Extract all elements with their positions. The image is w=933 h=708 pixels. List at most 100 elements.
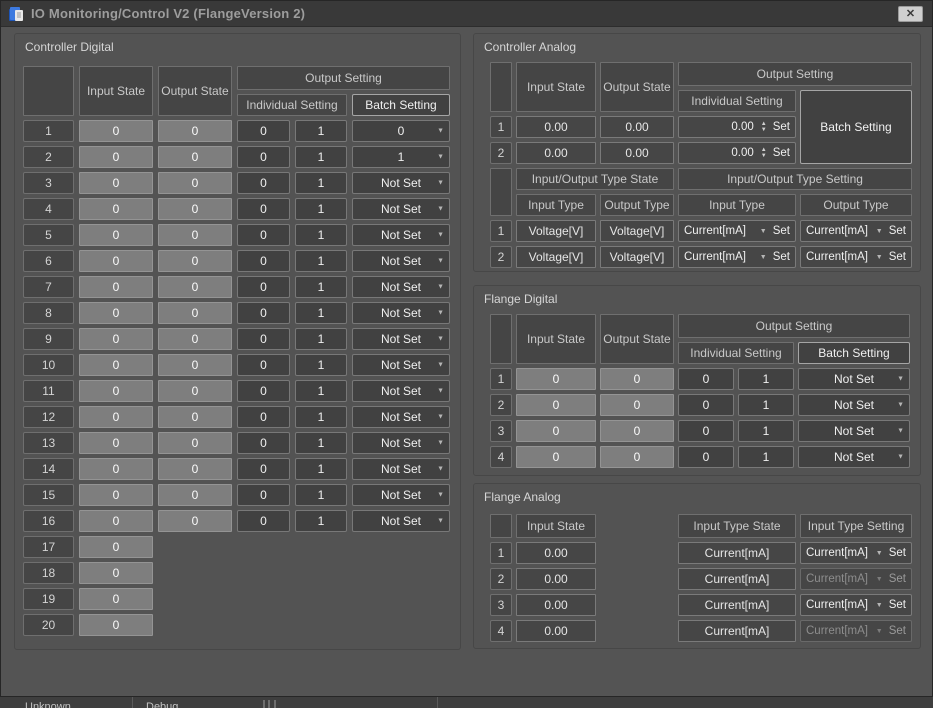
panel-title-flange-analog: Flange Analog [484,490,561,504]
output-high-button[interactable]: 1 [738,446,794,468]
output-low-button[interactable]: 0 [237,302,290,324]
batch-setting-dropdown[interactable]: Not Set▼ [352,328,450,350]
spin-down-button[interactable]: ▼ [761,154,767,159]
output-low-button[interactable]: 0 [237,224,290,246]
batch-setting-dropdown[interactable]: Not Set▼ [352,224,450,246]
output-low-button[interactable]: 0 [237,484,290,506]
output-low-button[interactable]: 0 [678,394,734,416]
output-high-button[interactable]: 1 [295,302,347,324]
output-high-button[interactable]: 1 [295,354,347,376]
output-high-button[interactable]: 1 [295,146,347,168]
flange-analog-grid: Input State Input Type State Input Type … [490,514,912,642]
output-high-button[interactable]: 1 [295,250,347,272]
output-low-button[interactable]: 0 [678,446,734,468]
batch-setting-dropdown[interactable]: Not Set▼ [352,484,450,506]
dropdown-value: Current[mA] [684,225,755,237]
output-high-button[interactable]: 1 [295,276,347,298]
chevron-down-icon: ▼ [760,228,767,235]
input-type-setting-dropdown[interactable]: Current[mA] ▼ Set [678,220,796,242]
output-high-button[interactable]: 1 [295,432,347,454]
output-state-value: 0 [158,172,232,194]
output-low-button[interactable]: 0 [237,328,290,350]
set-button[interactable]: Set [772,147,790,159]
batch-setting-dropdown[interactable]: Not Set▼ [352,250,450,272]
spin-up-button[interactable]: ▲ [761,122,767,127]
batch-setting-dropdown[interactable]: Not Set▼ [798,446,910,468]
input-type-setting-dropdown[interactable]: Current[mA]▼Set [800,594,912,616]
output-low-button[interactable]: 0 [237,510,290,532]
batch-setting-dropdown[interactable]: Not Set▼ [352,380,450,402]
output-high-button[interactable]: 1 [295,328,347,350]
output-low-button[interactable]: 0 [678,420,734,442]
output-high-button[interactable]: 1 [295,120,347,142]
batch-setting-button[interactable]: Batch Setting [352,94,450,116]
batch-setting-dropdown[interactable]: Not Set▼ [798,368,910,390]
input-type-setting-dropdown[interactable]: Current[mA]▼Set [800,542,912,564]
batch-setting-dropdown[interactable]: Not Set▼ [352,458,450,480]
output-high-button[interactable]: 1 [295,224,347,246]
output-high-button[interactable]: 1 [295,458,347,480]
set-button: Set [888,625,906,637]
spin-up-button[interactable]: ▲ [761,148,767,153]
batch-setting-dropdown[interactable]: Not Set▼ [798,394,910,416]
batch-setting-dropdown[interactable]: Not Set▼ [352,406,450,428]
output-high-button[interactable]: 1 [738,420,794,442]
input-type-setting-dropdown[interactable]: Current[mA]▼Set [678,246,796,268]
output-high-button[interactable]: 1 [295,510,347,532]
output-setting-header: Output Setting [237,66,450,90]
row-number: 18 [23,562,74,584]
output-high-button[interactable]: 1 [738,368,794,390]
batch-setting-dropdown[interactable]: 1▼ [352,146,450,168]
output-low-button[interactable]: 0 [237,458,290,480]
output-high-button[interactable]: 1 [738,394,794,416]
batch-setting-dropdown[interactable]: Not Set▼ [352,354,450,376]
batch-setting-dropdown[interactable]: Not Set▼ [798,420,910,442]
output-high-button[interactable]: 1 [295,406,347,428]
output-low-button[interactable]: 0 [678,368,734,390]
output-low-button[interactable]: 0 [237,172,290,194]
output-low-button[interactable]: 0 [237,120,290,142]
output-low-button[interactable]: 0 [237,354,290,376]
close-button[interactable]: ✕ [898,6,923,22]
output-low-button[interactable]: 0 [237,276,290,298]
titlebar[interactable]: IO Monitoring/Control V2 (FlangeVersion … [1,1,932,27]
output-low-button[interactable]: 0 [237,146,290,168]
input-state-value: 0 [516,394,596,416]
output-value-input[interactable]: 0.00 [684,147,756,159]
output-high-button[interactable]: 1 [295,172,347,194]
set-button[interactable]: Set [888,251,906,263]
set-button[interactable]: Set [888,225,906,237]
batch-setting-dropdown[interactable]: Not Set▼ [352,172,450,194]
batch-setting-dropdown[interactable]: Not Set▼ [352,198,450,220]
batch-setting-dropdown[interactable]: Not Set▼ [352,510,450,532]
spin-down-button[interactable]: ▼ [761,128,767,133]
output-high-button[interactable]: 1 [295,198,347,220]
output-low-button[interactable]: 0 [237,380,290,402]
set-button[interactable]: Set [888,547,906,559]
dropdown-value: Current[mA] [806,573,871,585]
output-low-button[interactable]: 0 [237,406,290,428]
dropdown-value: Not Set [834,450,874,464]
batch-setting-dropdown[interactable]: 0▼ [352,120,450,142]
batch-setting-dropdown[interactable]: Not Set▼ [352,276,450,298]
input-state-value: 0 [79,614,153,636]
output-type-setting-dropdown[interactable]: Current[mA]▼Set [800,246,912,268]
batch-setting-dropdown[interactable]: Not Set▼ [352,302,450,324]
chevron-down-icon: ▼ [876,228,883,235]
output-low-button[interactable]: 0 [237,432,290,454]
set-button[interactable]: Set [888,599,906,611]
output-type-setting-dropdown[interactable]: Current[mA]▼Set [800,220,912,242]
batch-setting-button[interactable]: Batch Setting [798,342,910,364]
output-low-button[interactable]: 0 [237,198,290,220]
batch-setting-dropdown[interactable]: Not Set▼ [352,432,450,454]
batch-setting-button[interactable]: Batch Setting [800,90,912,164]
row-number: 11 [23,380,74,402]
output-value-input[interactable]: 0.00 [684,121,756,133]
chevron-down-icon: ▼ [437,258,444,265]
set-button[interactable]: Set [772,251,790,263]
output-high-button[interactable]: 1 [295,380,347,402]
set-button[interactable]: Set [772,225,790,237]
output-high-button[interactable]: 1 [295,484,347,506]
set-button[interactable]: Set [772,121,790,133]
output-low-button[interactable]: 0 [237,250,290,272]
